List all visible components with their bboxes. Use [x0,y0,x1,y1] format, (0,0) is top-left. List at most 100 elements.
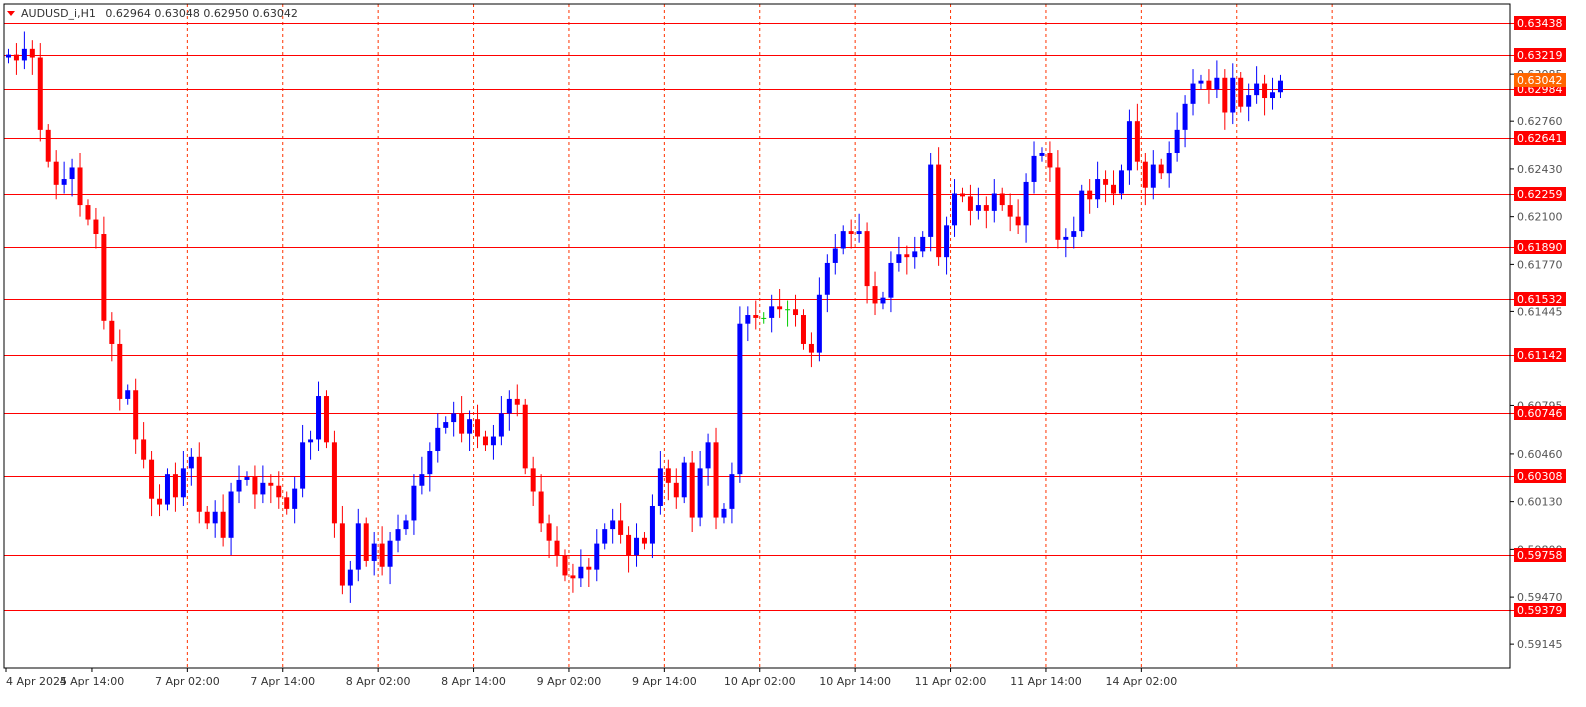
candle-body [1142,161,1148,188]
candle[interactable] [737,306,743,483]
candle-body [13,54,19,61]
time-tick-label: 11 Apr 02:00 [915,675,987,688]
time-tick-label: 7 Apr 14:00 [250,675,315,688]
candle-body [1039,153,1045,156]
candle[interactable] [323,390,329,449]
time-tick-label: 10 Apr 02:00 [724,675,796,688]
candle-body [443,422,449,428]
candle[interactable] [681,456,687,504]
candlestick-chart[interactable]: 0.630850.627600.624300.621000.617700.614… [0,0,1586,703]
price-tick-label: 0.62100 [1517,211,1563,224]
candle-body [212,511,218,524]
price-tick-label: 0.61445 [1517,305,1563,318]
level-label: 0.59379 [1514,603,1566,617]
candle-body [514,398,520,405]
level-label: 0.60746 [1514,406,1566,420]
ohlc-text: 0.62964 0.63048 0.62950 0.63042 [105,7,297,20]
candle-body [37,57,43,130]
candle-body [808,343,814,353]
chart-window[interactable]: 0.630850.627600.624300.621000.617700.614… [0,0,1586,703]
time-tick-label: 8 Apr 02:00 [346,675,411,688]
candle-body [546,523,552,541]
candle-body [610,520,616,530]
candle-body [1150,164,1156,188]
candle-body [975,205,981,211]
candle[interactable] [164,468,170,511]
candle-body [1015,216,1021,226]
candle-body [355,523,361,570]
candle[interactable] [800,309,806,350]
candle-body [689,462,695,518]
level-label-text: 0.61532 [1517,293,1563,306]
candle-body [586,566,592,570]
candle-body [530,468,536,492]
candle-body [419,474,425,486]
candle-body [697,468,703,518]
candle-body [77,167,83,206]
candle-body [172,474,178,498]
candle[interactable] [37,43,43,142]
candle-body [1222,77,1228,113]
candle-body [284,497,290,509]
candle-body [164,474,170,505]
candle-body [69,167,75,180]
candle-body [387,540,393,567]
candle-body [220,511,226,538]
time-tick-label: 8 Apr 14:00 [441,675,506,688]
candle-body [816,294,822,353]
candle-body [1047,153,1053,168]
candle-body [864,231,870,287]
candle-body [681,462,687,498]
candle-body [896,254,902,263]
candle-body [570,575,576,579]
candle-body [101,234,107,321]
candle-body [475,419,481,437]
candle-body [991,193,997,211]
candle-body [721,508,727,518]
chart-background [0,0,1586,703]
candle-body [634,537,640,556]
candle[interactable] [331,430,337,538]
candle-body [29,48,35,58]
candle-body [252,477,258,495]
price-tick-label: 0.59145 [1517,638,1563,651]
candle-body [331,442,337,524]
candle-body [904,254,910,258]
candle[interactable] [928,153,934,252]
candle[interactable] [522,398,528,475]
level-label: 0.62641 [1514,131,1566,145]
candle-body [490,436,496,446]
candle-body [196,456,202,512]
price-tick-label: 0.62430 [1517,163,1563,176]
candle-body [967,196,973,211]
candle-body [435,427,441,452]
candle[interactable] [45,124,51,168]
candle[interactable] [1238,71,1244,113]
candle-body [729,474,735,509]
price-tick-label: 0.60460 [1517,448,1563,461]
level-label: 0.60308 [1514,469,1566,483]
candle-body [1103,179,1109,185]
price-tick-label: 0.59470 [1517,591,1563,604]
candle-body [93,219,99,235]
symbol-text: AUDUSD_i,H1 [21,7,96,20]
candle-body [45,129,51,162]
candle-body [5,54,11,58]
candle-body [824,262,830,295]
candle-body [761,317,767,319]
candle-body [1190,83,1196,104]
candle-body [705,442,711,469]
candle[interactable] [1079,184,1085,237]
candle[interactable] [363,517,369,567]
candle[interactable] [713,427,719,530]
candle-body [1262,83,1268,99]
time-tick-label: 4 Apr 14:00 [60,675,125,688]
level-label-text: 0.62641 [1517,132,1563,145]
candle-body [1079,190,1085,232]
candle-body [61,179,67,185]
candle[interactable] [936,147,942,266]
candle-body [1182,103,1188,130]
level-label: 0.62259 [1514,187,1566,201]
level-label: 0.59758 [1514,548,1566,562]
candle-body [1174,129,1180,154]
